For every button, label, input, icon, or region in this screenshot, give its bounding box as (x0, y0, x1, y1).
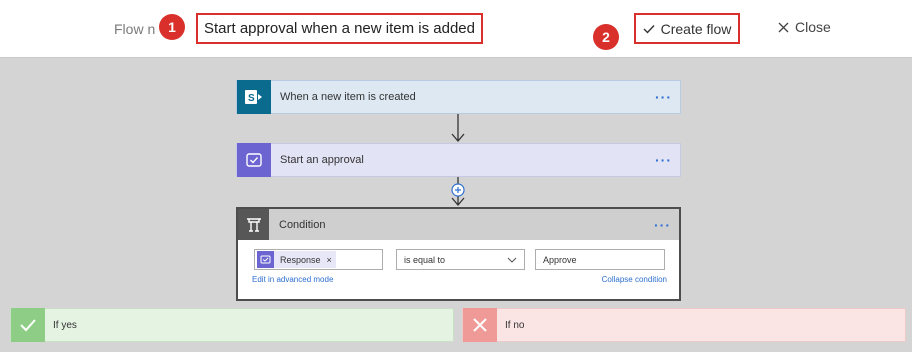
condition-value-input[interactable]: Approve (535, 249, 665, 270)
response-token-label: Response (280, 254, 321, 265)
trigger-step-card[interactable]: S When a new item is created ··· (236, 80, 681, 114)
flow-name-label: Flow n (114, 21, 156, 37)
if-yes-branch[interactable]: If yes (10, 308, 454, 342)
svg-text:S: S (248, 93, 255, 104)
top-bar: Flow n 1 2 Create flow Close (0, 0, 912, 58)
collapse-condition-link[interactable]: Collapse condition (602, 275, 667, 284)
if-no-label: If no (505, 319, 525, 331)
if-yes-label: If yes (53, 319, 77, 331)
checkmark-icon (643, 24, 655, 34)
flow-name-input[interactable] (196, 13, 483, 44)
condition-card: Condition ··· Response × is equal to App… (236, 207, 681, 301)
condition-value: Approve (543, 254, 577, 265)
trigger-more-menu[interactable]: ··· (655, 89, 672, 105)
designer-canvas: S When a new item is created ··· Start a… (0, 58, 912, 352)
approval-token-icon (257, 251, 274, 268)
condition-icon (238, 209, 269, 240)
close-button[interactable]: Close (778, 19, 831, 35)
approval-icon (237, 143, 271, 177)
approval-more-menu[interactable]: ··· (655, 152, 672, 168)
if-no-branch[interactable]: If no (462, 308, 906, 342)
add-step-icon[interactable] (450, 177, 466, 207)
condition-left-operand[interactable]: Response × (254, 249, 383, 270)
approval-step-label: Start an approval (280, 154, 364, 166)
callout-marker-2: 2 (593, 24, 619, 50)
close-icon (778, 22, 789, 32)
operator-dropdown[interactable]: is equal to (396, 249, 525, 270)
response-token: Response × (257, 251, 336, 268)
approval-step-card[interactable]: Start an approval ··· (236, 143, 681, 177)
arrow-down-icon (451, 114, 465, 142)
remove-token-button[interactable]: × (327, 255, 332, 265)
cross-icon (463, 308, 497, 342)
operator-value: is equal to (404, 254, 446, 265)
chevron-down-icon (507, 257, 517, 263)
condition-header[interactable]: Condition ··· (238, 209, 679, 240)
close-label: Close (795, 19, 831, 35)
sharepoint-icon: S (237, 80, 271, 114)
trigger-step-label: When a new item is created (280, 91, 416, 103)
edit-advanced-mode-link[interactable]: Edit in advanced mode (252, 275, 333, 284)
create-flow-label: Create flow (660, 20, 732, 37)
check-icon (11, 308, 45, 342)
condition-title: Condition (279, 218, 326, 231)
callout-marker-1: 1 (159, 14, 185, 40)
condition-more-menu[interactable]: ··· (654, 217, 671, 233)
create-flow-button[interactable]: Create flow (634, 13, 740, 44)
